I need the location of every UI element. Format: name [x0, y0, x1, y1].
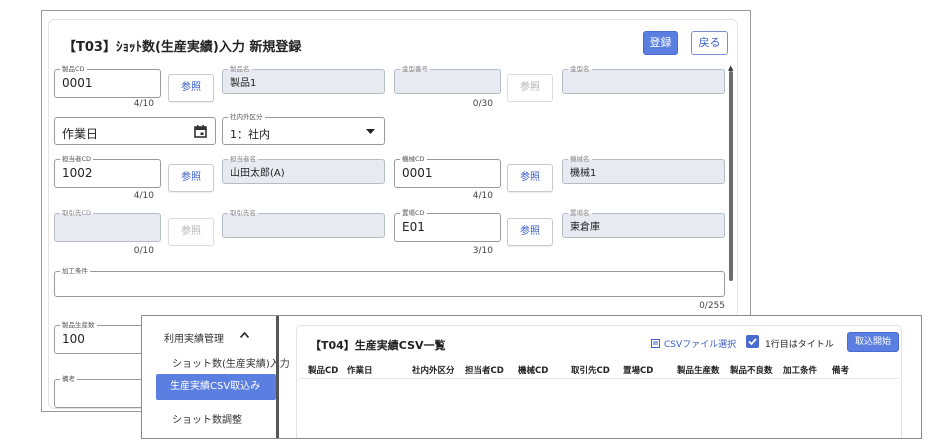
customer-ref-button[interactable]: 参照 [168, 218, 214, 246]
inhouse-type-select[interactable]: 社内外区分 1：社内 [222, 112, 385, 145]
file-list-icon[interactable] [651, 339, 660, 348]
warehouse-cd-field[interactable]: 置場CD E01 [394, 208, 501, 242]
product-cd-field[interactable]: 製品CD 0001 [54, 64, 161, 98]
first-row-title-checkbox[interactable] [746, 335, 759, 348]
column-header: 製品CD [308, 366, 339, 376]
scrollbar[interactable] [729, 71, 733, 281]
sidebar-item-csv-import[interactable]: 生産実績CSV取込み [156, 374, 276, 400]
mold-no-field[interactable]: 金型番号 [394, 64, 501, 94]
csv-import-window: 利用実績管理 ショット数(生産実績)入力 生産実績CSV取込み ショット数調整 … [141, 315, 922, 439]
product-name-field: 製品名 製品1 [222, 64, 385, 94]
customer-cd-field[interactable]: 取引先CD [54, 208, 161, 242]
page-title: 【T03】ｼｮｯﾄ数(生産実績)入力 新規登録 [63, 40, 302, 55]
customer-name-field: 取引先名 [222, 208, 385, 238]
column-header: 製品生産数 [677, 366, 720, 376]
machine-cd-field[interactable]: 機械CD 0001 [394, 154, 501, 188]
start-import-button[interactable]: 取込開始 [847, 332, 899, 352]
warehouse-name-field: 置場名 東倉庫 [562, 208, 725, 238]
column-header: 加工条件 [783, 366, 818, 376]
first-row-title-label: 1行目はタイトル [765, 340, 834, 350]
sidebar-group-label[interactable]: 利用実績管理 [164, 330, 224, 345]
column-header: 作業日 [347, 366, 373, 376]
mold-ref-button[interactable]: 参照 [507, 74, 553, 102]
machine-cd-counter: 4/10 [472, 191, 493, 201]
staff-cd-field[interactable]: 担当者CD 1002 [54, 154, 161, 188]
column-header: 取引先CD [571, 366, 610, 376]
warehouse-cd-counter: 3/10 [472, 246, 493, 256]
process-conditions-counter: 0/255 [699, 301, 725, 311]
column-header: 置場CD [623, 366, 654, 376]
mold-no-counter: 0/30 [472, 99, 493, 109]
customer-cd-counter: 0/10 [133, 246, 154, 256]
dropdown-arrow-icon [366, 129, 375, 134]
column-header: 機械CD [518, 366, 549, 376]
table-header-divider [299, 378, 899, 379]
sidebar-divider [276, 316, 279, 438]
sidebar-item-shot-input[interactable]: ショット数(生産実績)入力 [172, 355, 290, 370]
column-header: 備考 [832, 366, 850, 376]
mold-name-field: 金型名 [562, 64, 725, 94]
back-button[interactable]: 戻る [691, 31, 728, 55]
calendar-icon[interactable] [194, 125, 207, 138]
csv-file-select-link[interactable]: CSVファイル選択 [664, 337, 736, 350]
warehouse-ref-button[interactable]: 参照 [507, 218, 553, 246]
staff-cd-counter: 4/10 [133, 191, 154, 201]
product-ref-button[interactable]: 参照 [168, 74, 214, 102]
machine-ref-button[interactable]: 参照 [507, 164, 553, 192]
process-conditions-field[interactable]: 加工条件 [54, 266, 725, 297]
checkmark-icon [748, 338, 757, 346]
column-header: 社内外区分 [412, 366, 455, 376]
column-header: 担当者CD [465, 366, 504, 376]
chevron-up-icon[interactable] [240, 332, 249, 338]
product-cd-counter: 4/10 [133, 99, 154, 109]
sidebar-item-shot-adjust[interactable]: ショット数調整 [172, 411, 242, 426]
csv-list-title: 【T04】生産実績CSV一覧 [310, 339, 446, 352]
staff-name-field: 担当者名 山田太郎(A) [222, 154, 385, 184]
register-button[interactable]: 登録 [643, 31, 678, 55]
machine-name-field: 機械名 機械1 [562, 154, 725, 184]
work-date-field[interactable]: 作業日 [54, 117, 216, 145]
staff-ref-button[interactable]: 参照 [168, 164, 214, 192]
column-header: 製品不良数 [730, 366, 773, 376]
